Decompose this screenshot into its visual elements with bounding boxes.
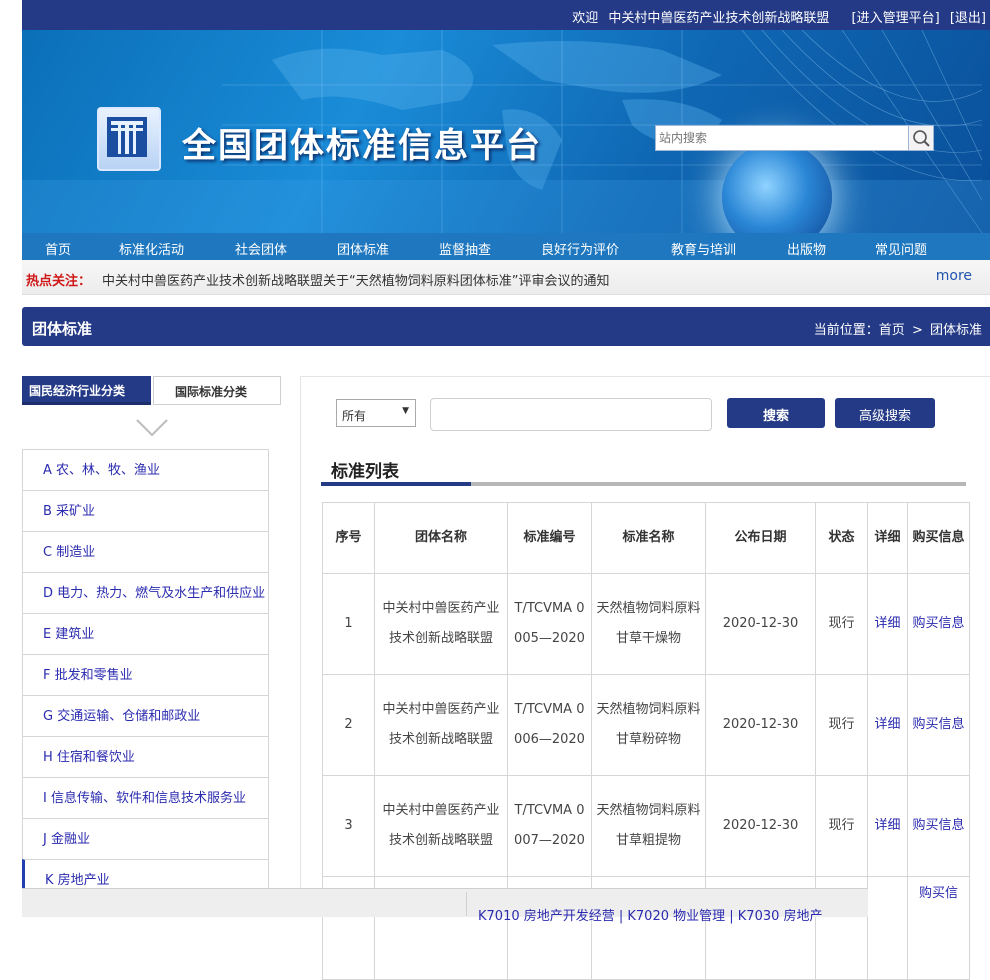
col-header-index: 序号 bbox=[322, 502, 375, 574]
nav-item-education[interactable]: 教育与培训 bbox=[671, 239, 736, 258]
hot-news-link[interactable]: 中关村中兽医药产业技术创新战略联盟关于“天然植物饲料原料团体标准”评审会议的通知 bbox=[102, 270, 609, 289]
nav-item-standardization[interactable]: 标准化活动 bbox=[119, 239, 184, 258]
hot-label: 热点关注： bbox=[26, 274, 92, 289]
top-bar: 欢迎 中关村中兽医药产业技术创新战略联盟 [进入管理平台] [退出] bbox=[22, 0, 990, 30]
detail-link[interactable]: 详细 bbox=[867, 674, 908, 776]
nav-item-faq[interactable]: 常见问题 bbox=[875, 239, 927, 258]
category-item-i[interactable]: I 信息传输、软件和信息技术服务业 bbox=[22, 777, 269, 818]
header-banner: 全国团体标准信息平台 bbox=[22, 30, 990, 233]
category-list: A 农、林、牧、渔业 B 采矿业 C 制造业 D 电力、热力、燃气及水生产和供应… bbox=[22, 449, 269, 900]
page-title: 团体标准 bbox=[32, 320, 93, 338]
purchase-link[interactable]: 购买信息 bbox=[907, 674, 970, 776]
nav-item-group-standards[interactable]: 团体标准 bbox=[337, 239, 389, 258]
category-item-c[interactable]: C 制造业 bbox=[22, 531, 269, 572]
logout-link[interactable]: [退出] bbox=[950, 11, 986, 26]
list-title-underline bbox=[321, 482, 471, 486]
col-header-group: 团体名称 bbox=[374, 502, 508, 574]
detail-link[interactable]: 详细 bbox=[867, 573, 908, 675]
nav-item-groups[interactable]: 社会团体 bbox=[235, 239, 287, 258]
chevron-down-icon bbox=[136, 419, 168, 437]
admin-link[interactable]: [进入管理平台] bbox=[852, 11, 940, 26]
breadcrumb-separator: > bbox=[911, 323, 923, 338]
advanced-search-button[interactable]: 高级搜索 bbox=[835, 398, 935, 428]
category-item-j[interactable]: J 金融业 bbox=[22, 818, 269, 859]
breadcrumb-home[interactable]: 首页 bbox=[879, 323, 905, 338]
search-button[interactable]: 搜索 bbox=[727, 398, 825, 428]
tab-industry-classification[interactable]: 国民经济行业分类 bbox=[22, 376, 151, 405]
site-title: 全国团体标准信息平台 bbox=[182, 126, 542, 166]
col-header-code: 标准编号 bbox=[507, 502, 592, 574]
cell-index: 3 bbox=[322, 775, 375, 877]
cell-name: 天然植物饲料原料 甘草粗提物 bbox=[591, 775, 706, 877]
table-header-row: 序号 团体名称 标准编号 标准名称 公布日期 状态 详细 购买信息 bbox=[322, 502, 970, 574]
category-item-b[interactable]: B 采矿业 bbox=[22, 490, 269, 531]
detail-link[interactable]: 详细 bbox=[867, 775, 908, 877]
type-select[interactable]: 所有 ▼ bbox=[336, 399, 416, 427]
type-select-value: 所有 bbox=[342, 409, 367, 423]
cell-date: 2020-12-30 bbox=[705, 573, 816, 675]
site-search bbox=[655, 125, 934, 153]
cell-name: 天然植物饲料原料 甘草粉碎物 bbox=[591, 674, 706, 776]
cell-date: 2020-12-30 bbox=[705, 674, 816, 776]
user-bar: 欢迎 中关村中兽医药产业技术创新战略联盟 [进入管理平台] [退出] bbox=[566, 7, 986, 26]
keyword-input[interactable] bbox=[430, 398, 712, 431]
hot-news-bar: 热点关注： 中关村中兽医药产业技术创新战略联盟关于“天然植物饲料原料团体标准”评… bbox=[22, 260, 990, 295]
category-item-f[interactable]: F 批发和零售业 bbox=[22, 654, 269, 695]
cell-status: 现行 bbox=[815, 674, 868, 776]
breadcrumb-prefix: 当前位置： bbox=[813, 323, 879, 338]
category-item-a[interactable]: A 农、林、牧、渔业 bbox=[22, 449, 269, 490]
col-header-date: 公布日期 bbox=[705, 502, 816, 574]
cell-index: 1 bbox=[322, 573, 375, 675]
table-row: 2 中关村中兽医药产业技术创新战略联盟 T/TCVMA 0006—2020 天然… bbox=[322, 674, 970, 776]
cell-status: 现行 bbox=[815, 775, 868, 877]
col-header-purchase: 购买信息 bbox=[907, 502, 970, 574]
section-bar: 团体标准 当前位置：首页 > 团体标准 bbox=[22, 307, 990, 346]
category-item-d[interactable]: D 电力、热力、燃气及水生产和供应业 bbox=[22, 572, 269, 613]
magnifier-icon[interactable] bbox=[908, 125, 934, 151]
category-item-g[interactable]: G 交通运输、仓储和邮政业 bbox=[22, 695, 269, 736]
cell-group: 中关村中兽医药产业技术创新战略联盟 bbox=[374, 674, 508, 776]
cell-name: 天然植物饲料原料 甘草干燥物 bbox=[591, 573, 706, 675]
col-header-name: 标准名称 bbox=[591, 502, 706, 574]
nav-item-evaluation[interactable]: 良好行为评价 bbox=[541, 239, 619, 258]
tab-international-classification[interactable]: 国际标准分类 bbox=[153, 376, 281, 405]
cell-date: 2020-12-30 bbox=[705, 775, 816, 877]
cell-group: 中关村中兽医药产业技术创新战略联盟 bbox=[374, 573, 508, 675]
col-header-detail: 详细 bbox=[867, 502, 908, 574]
breadcrumb-current: 团体标准 bbox=[929, 323, 982, 338]
category-item-e[interactable]: E 建筑业 bbox=[22, 613, 269, 654]
cell-group: 中关村中兽医药产业技术创新战略联盟 bbox=[374, 775, 508, 877]
subcategory-links[interactable]: K7010 房地产开发经营 | K7020 物业管理 | K7030 房地产 bbox=[478, 905, 823, 924]
main-nav: 首页 标准化活动 社会团体 团体标准 监督抽查 良好行为评价 教育与培训 出版物… bbox=[22, 233, 990, 260]
cell-index: 2 bbox=[322, 674, 375, 776]
purchase-link[interactable]: 购买信息 bbox=[907, 573, 970, 675]
list-divider bbox=[471, 482, 966, 486]
cell-code: T/TCVMA 0005—2020 bbox=[507, 573, 592, 675]
site-logo bbox=[97, 107, 161, 171]
nav-item-home[interactable]: 首页 bbox=[45, 239, 71, 258]
cell-code: T/TCVMA 0006—2020 bbox=[507, 674, 592, 776]
site-search-input[interactable] bbox=[655, 125, 913, 151]
list-title: 标准列表 bbox=[331, 462, 399, 482]
purchase-link-partial[interactable]: 购买信 bbox=[907, 876, 970, 980]
purchase-link[interactable]: 购买信息 bbox=[907, 775, 970, 877]
category-item-h[interactable]: H 住宿和餐饮业 bbox=[22, 736, 269, 777]
dropdown-arrow-icon: ▼ bbox=[402, 406, 409, 416]
cell-status: 现行 bbox=[815, 573, 868, 675]
nav-item-publications[interactable]: 出版物 bbox=[787, 239, 826, 258]
table-row: 1 中关村中兽医药产业技术创新战略联盟 T/TCVMA 0005—2020 天然… bbox=[322, 573, 970, 675]
col-header-status: 状态 bbox=[815, 502, 868, 574]
breadcrumb: 当前位置：首页 > 团体标准 bbox=[811, 319, 982, 338]
org-name: 中关村中兽医药产业技术创新战略联盟 bbox=[608, 11, 830, 26]
popup-divider bbox=[466, 892, 467, 916]
table-row: 3 中关村中兽医药产业技术创新战略联盟 T/TCVMA 0007—2020 天然… bbox=[322, 775, 970, 877]
more-link[interactable]: more bbox=[936, 268, 972, 284]
cell-code: T/TCVMA 0007—2020 bbox=[507, 775, 592, 877]
welcome-text: 欢迎 bbox=[572, 11, 599, 26]
nav-item-inspection[interactable]: 监督抽查 bbox=[439, 239, 491, 258]
